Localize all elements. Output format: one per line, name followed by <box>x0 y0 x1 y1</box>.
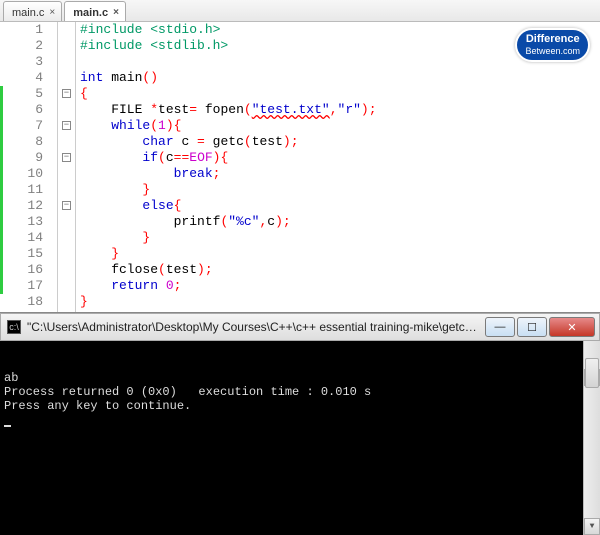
code-line[interactable]: { <box>80 86 600 102</box>
line-number: 14 <box>0 230 55 246</box>
line-number: 18 <box>0 294 55 310</box>
fold-column: − − − − <box>58 22 76 312</box>
line-number: 13 <box>0 214 55 230</box>
console-title: "C:\Users\Administrator\Desktop\My Cours… <box>27 320 483 334</box>
scroll-track[interactable] <box>584 358 600 518</box>
tab-0[interactable]: main.c × <box>3 1 62 21</box>
badge-line1: Difference <box>526 33 580 45</box>
console-line: ab <box>4 371 596 385</box>
code-line[interactable]: while(1){ <box>80 118 600 134</box>
fold-toggle-icon[interactable]: − <box>62 121 71 130</box>
badge-line2: Between.com <box>525 45 580 57</box>
line-number: 4 <box>0 70 55 86</box>
code-line[interactable]: return 0; <box>80 278 600 294</box>
code-line[interactable]: printf("%c",c); <box>80 214 600 230</box>
scroll-down-arrow[interactable]: ▼ <box>584 518 600 535</box>
code-line[interactable]: } <box>80 246 600 262</box>
line-number: 2 <box>0 38 55 54</box>
close-icon: ✕ <box>567 321 576 334</box>
code-line[interactable]: fclose(test); <box>80 262 600 278</box>
console-line: Press any key to continue. <box>4 399 596 413</box>
line-number: 15 <box>0 246 55 262</box>
line-number: 7 <box>0 118 55 134</box>
code-line[interactable]: break; <box>80 166 600 182</box>
code-line[interactable]: if(c==EOF){ <box>80 150 600 166</box>
code-line[interactable]: } <box>80 294 600 310</box>
code-line[interactable]: int main() <box>80 70 600 86</box>
minimize-button[interactable]: — <box>485 317 515 337</box>
line-number: 3 <box>0 54 55 70</box>
line-number: 16 <box>0 262 55 278</box>
code-line[interactable]: else{ <box>80 198 600 214</box>
minimize-icon: — <box>495 321 506 333</box>
line-number: 1 <box>0 22 55 38</box>
line-number: 5 <box>0 86 55 102</box>
tab-1[interactable]: main.c × <box>64 1 126 21</box>
maximize-icon: ☐ <box>527 321 537 334</box>
tab-label: main.c <box>73 7 108 19</box>
code-area[interactable]: #include <stdio.h>#include <stdlib.h>int… <box>76 22 600 312</box>
tab-close-icon[interactable]: × <box>113 7 119 18</box>
cmd-icon: c:\ <box>7 320 21 334</box>
code-line[interactable]: } <box>80 182 600 198</box>
line-number: 11 <box>0 182 55 198</box>
line-number: 9 <box>0 150 55 166</box>
fold-toggle-icon[interactable]: − <box>62 89 71 98</box>
maximize-button[interactable]: ☐ <box>517 317 547 337</box>
code-line[interactable]: } <box>80 230 600 246</box>
scrollbar-vertical[interactable]: ▲ ▼ <box>583 341 600 535</box>
code-line[interactable]: FILE *test= fopen("test.txt","r"); <box>80 102 600 118</box>
fold-toggle-icon[interactable]: − <box>62 153 71 162</box>
scroll-thumb[interactable] <box>585 358 599 388</box>
tab-bar: main.c × main.c × <box>0 0 600 22</box>
console-titlebar[interactable]: c:\ "C:\Users\Administrator\Desktop\My C… <box>0 313 600 341</box>
cursor <box>4 425 11 427</box>
line-number: 12 <box>0 198 55 214</box>
fold-toggle-icon[interactable]: − <box>62 201 71 210</box>
line-number: 8 <box>0 134 55 150</box>
console-output[interactable]: abProcess returned 0 (0x0) execution tim… <box>0 341 600 535</box>
code-editor: 123456789101112131415161718 −−−− #includ… <box>0 22 600 312</box>
line-number: 10 <box>0 166 55 182</box>
close-button[interactable]: ✕ <box>549 317 595 337</box>
tab-label: main.c <box>12 7 44 19</box>
tab-close-icon[interactable]: × <box>49 7 55 18</box>
console-line <box>4 413 596 427</box>
console-line: Process returned 0 (0x0) execution time … <box>4 385 596 399</box>
code-line[interactable]: char c = getc(test); <box>80 134 600 150</box>
line-number-gutter: 123456789101112131415161718 <box>0 22 58 312</box>
console-window: c:\ "C:\Users\Administrator\Desktop\My C… <box>0 312 600 535</box>
window-buttons: — ☐ ✕ <box>483 317 595 337</box>
line-number: 6 <box>0 102 55 118</box>
watermark-badge: Difference Between.com <box>515 28 590 62</box>
line-number: 17 <box>0 278 55 294</box>
